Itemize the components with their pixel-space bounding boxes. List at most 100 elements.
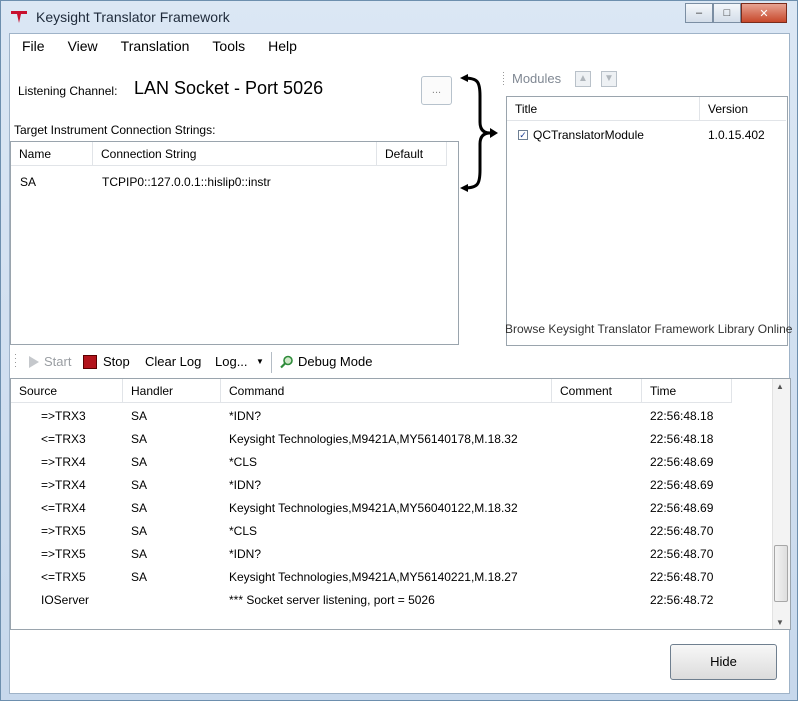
log-row[interactable]: =>TRX4 SA *CLS 22:56:48.69 — [11, 452, 773, 474]
log-command: Keysight Technologies,M9421A,MY56140178,… — [229, 432, 518, 446]
connection-bracket-icon — [460, 74, 498, 192]
column-header-time[interactable]: Time — [642, 379, 732, 403]
log-row[interactable]: <=TRX4 SA Keysight Technologies,M9421A,MY5… — [11, 498, 773, 520]
module-version[interactable]: 1.0.15.402 — [708, 128, 765, 142]
log-handler: SA — [131, 524, 148, 538]
log-handler: SA — [131, 432, 148, 446]
log-source: <=TRX4 — [41, 501, 86, 515]
log-handler: SA — [131, 501, 148, 515]
listening-channel-label: Listening Channel: — [18, 84, 118, 98]
magnifier-icon — [280, 355, 293, 369]
log-source: =>TRX5 — [41, 547, 86, 561]
scroll-up-icon[interactable]: ▲ — [776, 382, 784, 391]
column-header-default[interactable]: Default — [377, 142, 447, 166]
log-handler: SA — [131, 570, 148, 584]
arrow-down-icon[interactable]: ▼ — [601, 71, 617, 87]
target-connections-label: Target Instrument Connection Strings: — [14, 123, 216, 137]
log-command: *CLS — [229, 455, 258, 469]
log-row[interactable]: <=TRX5 SA Keysight Technologies,M9421A,MY5… — [11, 567, 773, 589]
debug-mode-button[interactable]: Debug Mode — [298, 354, 372, 369]
menu-bar: File View Translation Tools Help — [10, 34, 789, 58]
client-area: File View Translation Tools Help Listeni… — [9, 33, 792, 694]
stop-icon — [83, 355, 97, 369]
menu-help[interactable]: Help — [256, 38, 308, 54]
main-window: Keysight Translator Framework ‒ □ ✕ File… — [0, 0, 798, 701]
log-toolbar: Start Stop Clear Log Log... ▼ Debug Mode — [10, 349, 789, 375]
toolbar-grip-icon — [15, 354, 16, 367]
start-button[interactable]: Start — [44, 354, 71, 369]
log-time: 22:56:48.69 — [650, 501, 714, 515]
maximize-button[interactable]: □ — [713, 3, 741, 23]
log-row[interactable]: =>TRX3 SA *IDN? 22:56:48.18 — [11, 406, 773, 428]
menu-tools[interactable]: Tools — [200, 38, 256, 54]
target-row-connection[interactable]: TCPIP0::127.0.0.1::hislip0::instr — [102, 175, 271, 189]
log-handler: SA — [131, 409, 148, 423]
chevron-down-icon: ▼ — [256, 357, 264, 366]
title-bar[interactable]: Keysight Translator Framework ‒ □ ✕ — [1, 1, 797, 33]
keysight-logo-icon — [11, 11, 27, 23]
menu-translation[interactable]: Translation — [109, 38, 201, 54]
log-command: Keysight Technologies,M9421A,MY56140221,… — [229, 570, 518, 584]
module-enabled-checkbox[interactable]: ✓ — [518, 130, 528, 140]
scroll-down-icon[interactable]: ▼ — [776, 618, 784, 627]
log-source: <=TRX3 — [41, 432, 86, 446]
log-dropdown-button[interactable]: Log... — [215, 354, 248, 369]
hide-button[interactable]: Hide — [670, 644, 777, 680]
log-row[interactable]: =>TRX5 SA *IDN? 22:56:48.70 — [11, 544, 773, 566]
column-header-comment[interactable]: Comment — [552, 379, 642, 403]
play-icon — [29, 356, 39, 368]
log-handler: SA — [131, 547, 148, 561]
log-row[interactable]: IOServer *** Socket server listening, por… — [11, 590, 773, 612]
toolbar-separator — [271, 352, 272, 373]
arrow-up-icon[interactable]: ▲ — [575, 71, 591, 87]
log-command: *** Socket server listening, port = 5026 — [229, 593, 435, 607]
log-time: 22:56:48.70 — [650, 570, 714, 584]
menu-view[interactable]: View — [56, 38, 109, 54]
module-title[interactable]: QCTranslatorModule — [533, 128, 644, 142]
log-time: 22:56:48.18 — [650, 409, 714, 423]
log-time: 22:56:48.69 — [650, 478, 714, 492]
scroll-thumb[interactable] — [774, 545, 788, 602]
column-header-version[interactable]: Version — [700, 97, 786, 121]
modules-label: Modules — [512, 71, 562, 86]
log-command: *IDN? — [229, 547, 262, 561]
listening-channel-value: LAN Socket - Port 5026 — [134, 78, 324, 98]
log-time: 22:56:48.69 — [650, 455, 714, 469]
column-header-title[interactable]: Title — [507, 97, 700, 121]
log-source: =>TRX4 — [41, 455, 86, 469]
log-time: 22:56:48.72 — [650, 593, 714, 607]
column-header-source[interactable]: Source — [11, 379, 123, 403]
log-command: *CLS — [229, 524, 258, 538]
modules-grid[interactable]: Title Version ✓ QCTranslatorModule 1.0.1… — [506, 96, 788, 346]
close-button[interactable]: ✕ — [741, 3, 787, 23]
menu-file[interactable]: File — [10, 38, 56, 54]
log-time: 22:56:48.18 — [650, 432, 714, 446]
log-row[interactable]: =>TRX5 SA *CLS 22:56:48.70 — [11, 521, 773, 543]
log-command: *IDN? — [229, 478, 262, 492]
column-header-connection-string[interactable]: Connection String — [93, 142, 377, 166]
target-connections-grid[interactable]: Name Connection String Default SA TCPIP0… — [10, 141, 459, 345]
log-source: <=TRX5 — [41, 570, 86, 584]
log-command: Keysight Technologies,M9421A,MY56040122,… — [229, 501, 518, 515]
column-header-handler[interactable]: Handler — [123, 379, 221, 403]
clear-log-button[interactable]: Clear Log — [145, 354, 201, 369]
modules-grip-icon — [503, 72, 504, 85]
log-handler: SA — [131, 478, 148, 492]
browse-channel-button[interactable]: ... — [421, 76, 452, 105]
log-command: *IDN? — [229, 409, 262, 423]
minimize-button[interactable]: ‒ — [685, 3, 713, 23]
log-grid[interactable]: Source Handler Command Comment Time =>TR… — [10, 378, 791, 630]
log-handler: SA — [131, 455, 148, 469]
column-header-command[interactable]: Command — [221, 379, 552, 403]
log-row[interactable]: <=TRX3 SA Keysight Technologies,M9421A,MY5… — [11, 429, 773, 451]
log-source: =>TRX5 — [41, 524, 86, 538]
browse-library-link[interactable]: Browse Keysight Translator Framework Lib… — [505, 322, 792, 336]
log-scrollbar[interactable]: ▲ ▼ — [772, 379, 790, 629]
log-row[interactable]: =>TRX4 SA *IDN? 22:56:48.69 — [11, 475, 773, 497]
log-source: IOServer — [41, 593, 90, 607]
stop-button[interactable]: Stop — [103, 354, 130, 369]
column-header-name[interactable]: Name — [11, 142, 93, 166]
target-row-name[interactable]: SA — [20, 175, 36, 189]
log-source: =>TRX4 — [41, 478, 86, 492]
window-title: Keysight Translator Framework — [36, 9, 230, 25]
